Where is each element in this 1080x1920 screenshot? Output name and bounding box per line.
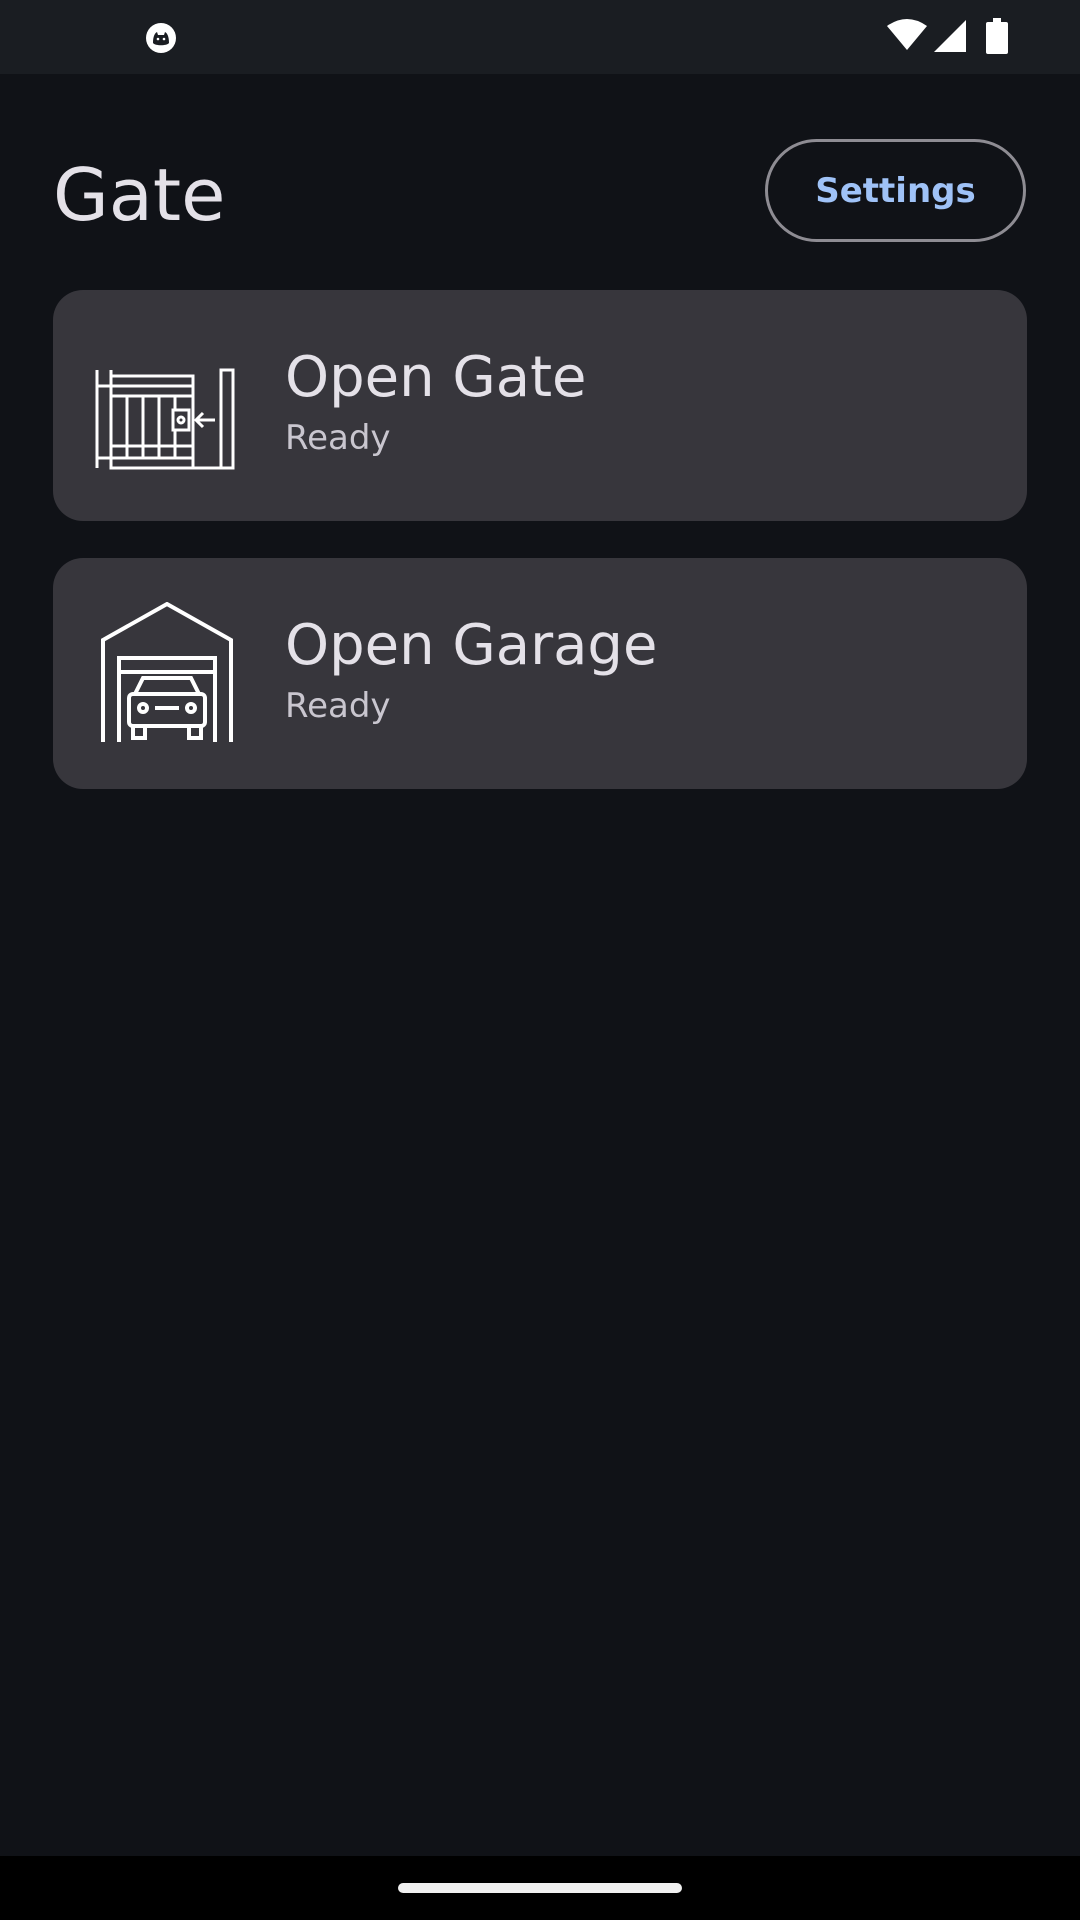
garage-car-icon [101,602,233,742]
card-title: Open Gate [285,345,587,410]
card-status: Ready [285,418,391,458]
navigation-bar [0,1856,1080,1920]
open-garage-card[interactable]: Open Garage Ready [53,558,1027,789]
open-gate-card[interactable]: Open Gate Ready [53,290,1027,521]
settings-button[interactable]: Settings [765,139,1026,242]
app-screen: Gate Settings Open Gate Ready Open Garag… [0,74,1080,1856]
status-bar [0,0,1080,74]
battery-icon [986,18,1008,54]
sliding-gate-icon [95,368,235,470]
notification-cat-icon [146,23,176,53]
home-gesture-handle[interactable] [398,1883,682,1893]
card-status: Ready [285,686,391,726]
card-title: Open Garage [285,613,658,678]
wifi-icon [887,19,927,50]
page-title: Gate [53,153,226,237]
cellular-signal-icon [934,20,966,52]
